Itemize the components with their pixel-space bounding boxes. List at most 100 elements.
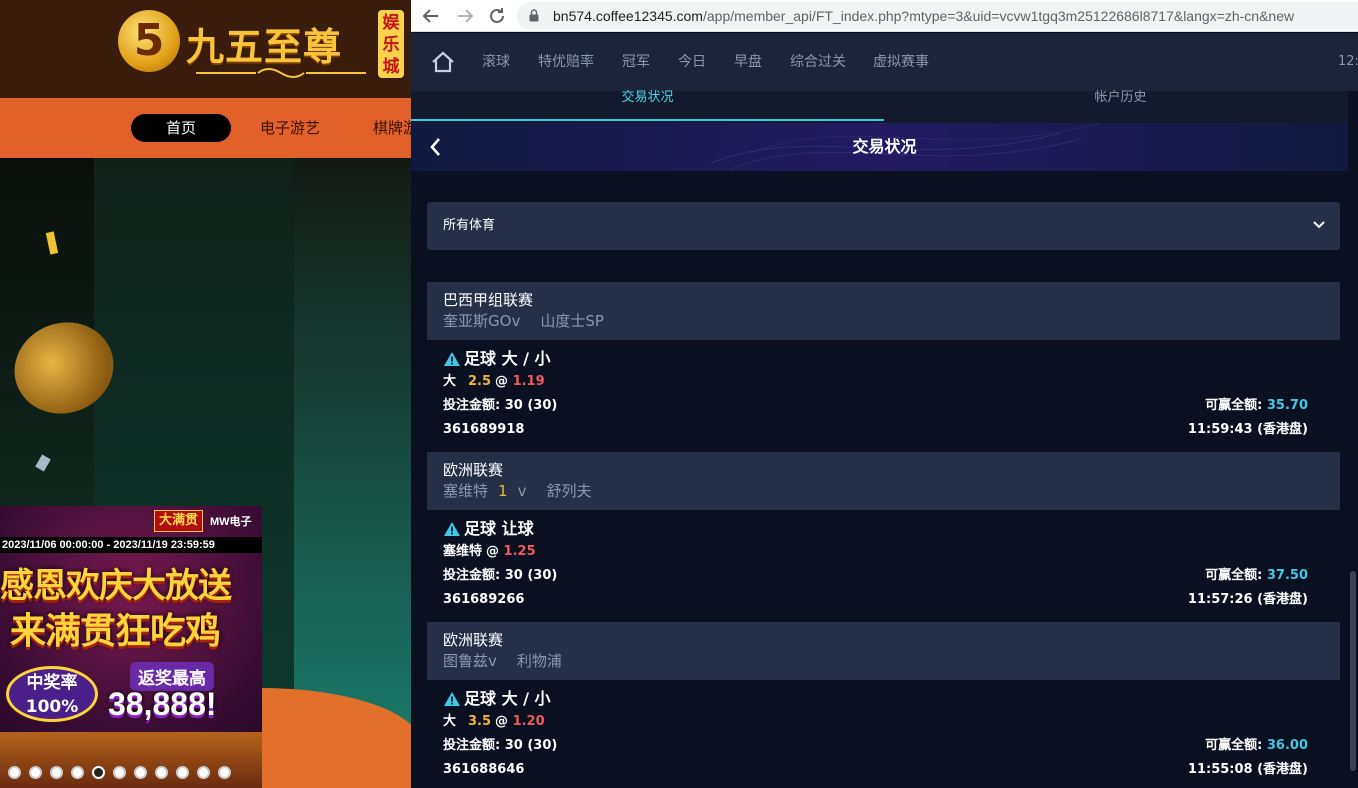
carousel-dot[interactable] [197,766,210,779]
win-label: 可赢全额: [1205,398,1267,413]
tab-today[interactable]: 今日 [678,33,706,91]
promo-food-decoration [0,732,262,788]
away-team: 利物浦 [516,652,562,670]
home-team: 图鲁兹 [443,652,489,670]
warning-icon [444,352,460,366]
selection-row: 塞维特 @ 1.25 [443,540,1324,564]
url-path: /app/member_api/FT_index.php?mtype=3&uid… [702,8,1295,24]
bet-match-header: 欧洲联赛 图鲁兹v 利物浦 [427,622,1340,680]
clock: 12: [1338,54,1358,69]
vs-label: v [488,652,497,670]
bet-match-header: 欧洲联赛 塞维特 1 v 舒列夫 [427,452,1340,510]
promo-amount: 38,888! [108,686,217,722]
promo-headline-1: 感恩欢庆大放送 [0,566,232,606]
promo-banner[interactable]: 大满贯 MW电子 2023/11/06 00:00:00 - 2023/11/1… [0,506,262,788]
ticket-row: 361688646 11:55:08 (香港盘) [443,758,1324,782]
amount-row: 投注金额: 30 (30) 可赢全额: 35.70 [443,394,1324,418]
win-amount: 可赢全额: 35.70 [1205,394,1308,418]
tab-parlay[interactable]: 综合过关 [790,33,846,91]
tab-account-history[interactable]: 帐户历史 [884,87,1357,109]
logo-mark[interactable]: 5 [118,10,180,72]
at-symbol: @ [495,714,509,729]
site-nav-home[interactable]: 首页 [131,114,231,142]
site-nav-egames[interactable]: 电子游艺 [260,114,320,142]
win-amount: 可赢全额: 37.50 [1205,564,1308,588]
site-nav-chess[interactable]: 棋牌游 [373,114,411,142]
url-field[interactable]: bn574.coffee12345.com/app/member_api/FT_… [517,2,1358,30]
promo-win-rate: 中奖率100% [6,666,98,722]
promo-headline-2: 来满贯狂吃鸡 [10,611,221,652]
match-teams: 奎亚斯GOv 山度士SP [443,310,1324,332]
screen: 5 九五至尊 娱乐城 首页 电子游艺 棋牌游 大满贯 MW电子 2023/11/… [0,0,1358,788]
home-team: 奎亚斯GO [443,312,512,330]
odds: 1.19 [512,374,545,389]
bet-match-header: 巴西甲组联赛 奎亚斯GOv 山度士SP [427,282,1340,340]
bet-card: 欧洲联赛 图鲁兹v 利物浦 足球 大 / 小 大 3.5 @ 1.20 投注金额: 3… [427,622,1340,788]
match-score: 1 [498,482,508,500]
carousel-dot[interactable] [134,766,147,779]
tab-virtual[interactable]: 虚拟赛事 [873,33,929,91]
carousel-dot[interactable] [29,766,42,779]
carousel-dot[interactable] [113,766,126,779]
bet-type-row: 足球 大 / 小 [443,348,1324,370]
win-label: 可赢全额: [1205,568,1267,583]
bet-time: 11:55:08 (香港盘) [1187,762,1308,777]
sportsbook-top-nav: 滚球 特优赔率 冠军 今日 早盘 综合过关 虚拟赛事 12: [411,33,1358,91]
forward-arrow-icon[interactable] [453,4,477,28]
win-label: 可赢全额: [1205,738,1267,753]
site-header: 5 九五至尊 娱乐城 [0,0,411,98]
bet-time: 11:59:43 (香港盘) [1187,422,1308,437]
tab-champion[interactable]: 冠军 [622,33,650,91]
lock-icon[interactable] [529,9,539,22]
amount-row: 投注金额: 30 (30) 可赢全额: 36.00 [443,734,1324,758]
bet-details: 足球 大 / 小 大 3.5 @ 1.20 投注金额: 30 (30) 可赢全额: 3… [427,680,1340,788]
stake-value: 30 (30) [504,568,558,583]
logo-badge: 娱乐城 [378,10,404,78]
confetti-decoration [35,454,51,472]
tab-early[interactable]: 早盘 [734,33,762,91]
home-icon[interactable] [431,51,455,73]
bet-card: 巴西甲组联赛 奎亚斯GOv 山度士SP 足球 大 / 小 大 2.5 @ 1.19 投… [427,282,1340,452]
at-symbol: @ [495,374,509,389]
back-arrow-icon[interactable] [419,4,443,28]
stake-label: 投注金额: [443,398,505,413]
match-teams: 塞维特 1 v 舒列夫 [443,480,1324,502]
carousel-dot[interactable] [176,766,189,779]
scrollbar-thumb[interactable] [1350,571,1356,771]
home-team: 塞维特 [443,482,489,500]
carousel-dot[interactable] [8,766,21,779]
carousel-dot[interactable] [71,766,84,779]
reload-icon[interactable] [485,4,509,28]
promo-brand: 大满贯 [154,510,204,532]
scrollbar[interactable] [1348,91,1358,788]
active-tab-indicator [411,119,884,121]
bet-type: 足球 大 / 小 [464,349,551,368]
sport-filter-value: 所有体育 [443,218,496,233]
away-team: 山度士SP [540,312,604,330]
ticket-id: 361688646 [443,762,525,777]
league-name: 欧洲联赛 [443,631,504,649]
carousel-dot[interactable] [50,766,63,779]
tab-transactions[interactable]: 交易状况 [411,87,884,109]
selection: 大 [443,374,457,389]
sport-filter-select[interactable]: 所有体育 [427,202,1340,250]
league-name: 巴西甲组联赛 [443,291,534,309]
transactions-content: 所有体育 巴西甲组联赛 奎亚斯GOv 山度士SP 足球 大 / 小 大 2.5 … [427,202,1340,788]
carousel-dot[interactable] [155,766,168,779]
carousel-dot-active[interactable] [92,766,105,779]
bet-type: 足球 大 / 小 [464,689,551,708]
tab-special-odds[interactable]: 特优赔率 [538,33,594,91]
browser-window: bn574.coffee12345.com/app/member_api/FT_… [411,0,1358,788]
vs-label: v [511,312,521,330]
ticket-id: 361689918 [443,422,525,437]
carousel-dot[interactable] [218,766,231,779]
at-symbol: @ [486,544,500,559]
ticket-row: 361689918 11:59:43 (香港盘) [443,418,1324,442]
logo-text[interactable]: 九五至尊 [186,16,342,71]
logo-swirl-decoration [196,68,366,78]
tab-live[interactable]: 滚球 [482,33,510,91]
stake-value: 30 (30) [504,738,558,753]
selection: 大 [443,714,457,729]
amount-row: 投注金额: 30 (30) 可赢全额: 37.50 [443,564,1324,588]
page-title: 交易状况 [852,137,917,156]
